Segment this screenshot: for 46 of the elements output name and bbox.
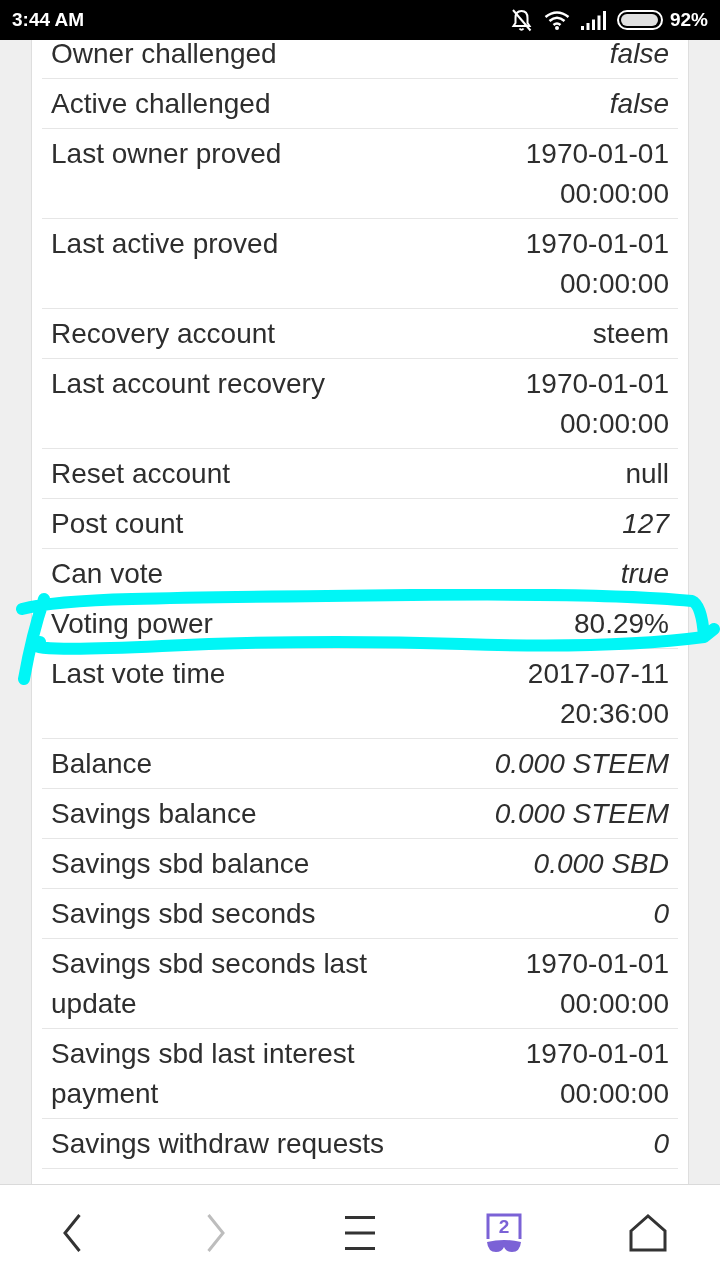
field-value: null [625, 457, 669, 491]
field-value: false [609, 87, 669, 121]
field-value: 0 [653, 1127, 669, 1161]
field-value: 1970-01-01 00:00:00 [524, 1037, 669, 1111]
field-label: Recovery account [51, 317, 276, 351]
chevron-left-icon [62, 1212, 82, 1253]
field-label: Last owner proved [51, 137, 282, 171]
field-label: Savings sbd last interest payment [51, 1037, 356, 1111]
field-value: 0.000 SBD [533, 847, 669, 881]
field-label: Savings sbd seconds [51, 897, 316, 931]
field-value: true [620, 557, 669, 591]
field-label: Can vote [51, 557, 164, 591]
field-value: 1970-01-01 00:00:00 [524, 137, 669, 211]
field-value: steem [592, 317, 669, 351]
battery-percent: 92% [669, 9, 708, 31]
field-label: Savings sbd seconds last update [51, 947, 368, 1021]
home-icon [629, 1213, 667, 1252]
tabs-button[interactable]: 2 [472, 1200, 536, 1265]
signal-icon [580, 10, 606, 30]
field-value: false [609, 40, 669, 71]
field-value: 2017-07-11 20:36:00 [526, 657, 669, 731]
field-value: 80.29% [574, 607, 669, 641]
field-label: Last vote time [51, 657, 226, 691]
field-label: Voting power [51, 607, 213, 641]
field-value: 1970-01-01 00:00:00 [524, 947, 669, 1021]
field-label: Last active proved [51, 227, 279, 261]
field-label: Balance [51, 747, 153, 781]
chevron-right-icon [206, 1212, 226, 1253]
field-label: Reset account [51, 457, 230, 491]
tabs-mask-icon [486, 1212, 522, 1253]
status-time: 3:44 AM [12, 9, 85, 31]
field-label: Owner challenged [51, 40, 277, 71]
field-value: 0.000 STEEM [494, 797, 669, 831]
battery-icon [616, 10, 663, 30]
field-label: Active challenged [51, 87, 271, 121]
wifi-icon [543, 10, 570, 30]
field-label: Post count [51, 507, 184, 541]
field-value: 0 [653, 897, 669, 931]
field-label: Last account recovery [51, 367, 325, 401]
field-label: Savings balance [51, 797, 257, 831]
field-label: Savings sbd balance [51, 847, 310, 881]
field-value: 127 [622, 507, 669, 541]
field-value: 0.000 STEEM [494, 747, 669, 781]
menu-icon [345, 1215, 375, 1250]
field-label: Savings withdraw requests [51, 1127, 385, 1161]
bell-off-icon [509, 8, 533, 32]
